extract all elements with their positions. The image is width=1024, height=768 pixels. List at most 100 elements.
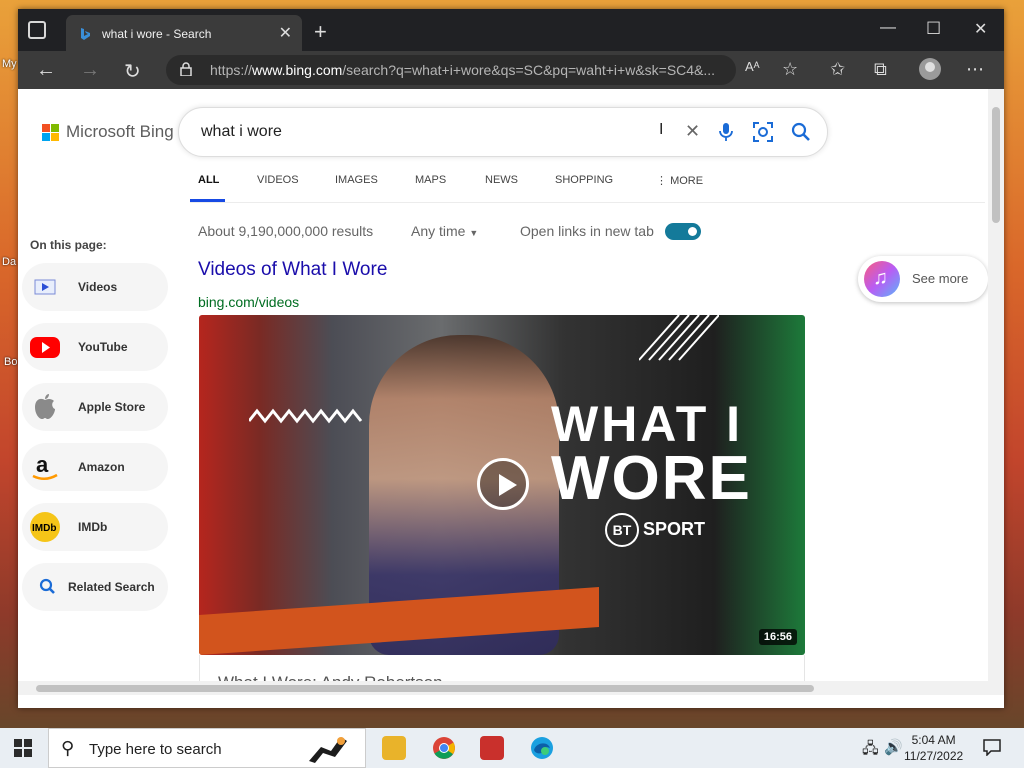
maximize-icon[interactable]: ☐ bbox=[926, 19, 941, 39]
search-highlight-icon bbox=[309, 737, 347, 763]
sidebar-item-imdb[interactable]: IMDb IMDb bbox=[22, 503, 168, 551]
play-button[interactable] bbox=[477, 458, 529, 510]
url-field[interactable]: https://www.bing.com/search?q=what+i+wor… bbox=[166, 55, 736, 85]
close-window-icon[interactable]: ✕ bbox=[974, 19, 987, 39]
bt-sport-logo: BT SPORT bbox=[605, 513, 705, 547]
result-url[interactable]: bing.com/videos bbox=[198, 294, 299, 310]
desktop-label: My bbox=[2, 58, 17, 70]
logo-text: Microsoft Bing bbox=[66, 122, 174, 141]
read-aloud-icon[interactable]: Aᴬ bbox=[745, 59, 760, 74]
amazon-icon: a bbox=[32, 452, 58, 480]
taskbar-search-input[interactable]: ⚲ Type here to search bbox=[48, 728, 366, 768]
video-duration: 16:56 bbox=[758, 629, 797, 645]
video-headline-line2: WORE bbox=[551, 444, 752, 513]
tab-news[interactable]: NEWS bbox=[485, 174, 518, 186]
search-icon: ⚲ bbox=[61, 738, 75, 758]
search-icon bbox=[39, 578, 55, 594]
tab-actions-icon[interactable] bbox=[28, 21, 46, 39]
sidebar-item-videos[interactable]: Videos bbox=[22, 263, 168, 311]
sidebar-item-related-search[interactable]: Related Search bbox=[22, 563, 168, 611]
refresh-icon[interactable]: ↻ bbox=[124, 59, 141, 84]
clock-date: 11/27/2022 bbox=[904, 749, 964, 763]
svg-text:IMDb: IMDb bbox=[32, 523, 56, 534]
bing-results-page: Microsoft Bing what i wore I ✕ ALL VIDEO… bbox=[18, 89, 988, 695]
open-new-tab-toggle[interactable] bbox=[665, 223, 701, 240]
time-filter-dropdown[interactable]: Any time ▼ bbox=[411, 223, 478, 239]
music-icon bbox=[864, 261, 900, 297]
desktop-label: Bo bbox=[4, 356, 18, 368]
sidebar-title: On this page: bbox=[30, 238, 107, 252]
tab-images[interactable]: IMAGES bbox=[335, 174, 378, 186]
edge-icon[interactable] bbox=[530, 736, 554, 760]
tab-shopping[interactable]: SHOPPING bbox=[555, 174, 613, 186]
browser-tab[interactable]: what i wore - Search ✕ bbox=[66, 15, 302, 51]
tab-maps[interactable]: MAPS bbox=[415, 174, 446, 186]
sidebar-item-label: Related Search bbox=[68, 580, 155, 594]
new-tab-icon[interactable]: + bbox=[314, 19, 327, 45]
sidebar-item-label: YouTube bbox=[78, 340, 128, 354]
sidebar-item-label: IMDb bbox=[78, 520, 108, 534]
sidebar-item-label: Apple Store bbox=[78, 400, 146, 414]
apple-icon bbox=[35, 394, 55, 419]
text-cursor-icon: I bbox=[659, 121, 664, 138]
title-bar: what i wore - Search ✕ + — ☐ ✕ bbox=[18, 9, 1004, 51]
taskbar-search-placeholder: Type here to search bbox=[89, 741, 222, 758]
favorites-icon[interactable]: ✩ bbox=[830, 59, 845, 80]
zigzag-icon bbox=[249, 408, 363, 424]
sidebar-item-label: Amazon bbox=[78, 460, 125, 474]
sidebar-item-apple-store[interactable]: Apple Store bbox=[22, 383, 168, 431]
horizontal-scrollbar[interactable] bbox=[18, 681, 988, 695]
url-text: https://www.bing.com/search?q=what+i+wor… bbox=[210, 62, 716, 78]
imdb-icon: IMDb bbox=[30, 512, 60, 542]
search-input[interactable]: what i wore I ✕ bbox=[178, 107, 828, 157]
back-icon[interactable]: ← bbox=[36, 59, 56, 82]
collections-icon[interactable]: ⧉ bbox=[874, 59, 887, 80]
more-options-icon[interactable]: ⋯ bbox=[966, 59, 984, 80]
microphone-icon[interactable] bbox=[719, 122, 733, 142]
tab-more[interactable]: ⋮ MORE bbox=[656, 174, 703, 187]
network-icon[interactable]: 🖧 bbox=[862, 738, 879, 763]
bing-favicon-icon bbox=[81, 28, 90, 40]
sidebar-item-amazon[interactable]: a Amazon bbox=[22, 443, 168, 491]
lock-icon bbox=[180, 62, 192, 76]
search-icon[interactable] bbox=[791, 122, 811, 142]
caret-down-icon: ▼ bbox=[469, 228, 479, 238]
add-favorite-icon[interactable]: ☆ bbox=[782, 59, 798, 80]
see-more-button[interactable]: See more bbox=[858, 256, 988, 302]
visual-search-icon[interactable] bbox=[753, 122, 773, 142]
open-new-tab-label: Open links in new tab bbox=[520, 223, 654, 239]
diagonal-lines-icon bbox=[639, 315, 719, 361]
tab-close-icon[interactable]: ✕ bbox=[279, 23, 292, 43]
video-thumbnail[interactable]: WHAT I WORE BT SPORT 16:56 bbox=[199, 315, 805, 655]
chrome-icon[interactable] bbox=[432, 736, 456, 760]
forward-icon[interactable]: → bbox=[80, 59, 100, 82]
tab-videos[interactable]: VIDEOS bbox=[257, 174, 299, 186]
clear-icon[interactable]: ✕ bbox=[685, 121, 700, 142]
file-explorer-icon[interactable] bbox=[382, 736, 406, 760]
svg-text:a: a bbox=[36, 452, 49, 477]
desktop-label: Da bbox=[2, 256, 17, 268]
youtube-icon bbox=[30, 337, 60, 358]
volume-icon[interactable]: 🔊 bbox=[884, 738, 903, 756]
notifications-icon[interactable] bbox=[983, 738, 1001, 756]
search-query: what i wore bbox=[201, 123, 282, 140]
clock[interactable]: 5:04 AM 11/27/2022 bbox=[904, 732, 963, 764]
clock-time: 5:04 AM bbox=[911, 733, 956, 747]
toolbox-app-icon[interactable] bbox=[480, 736, 504, 760]
minimize-icon[interactable]: — bbox=[880, 19, 896, 37]
more-dots-icon: ⋮ bbox=[656, 175, 671, 187]
windows-start-icon[interactable] bbox=[14, 739, 32, 757]
vertical-scrollbar[interactable] bbox=[988, 89, 1004, 695]
tab-title: what i wore - Search bbox=[102, 27, 212, 41]
profile-avatar[interactable] bbox=[919, 58, 941, 80]
see-more-label: See more bbox=[912, 271, 969, 286]
sidebar-item-label: Videos bbox=[78, 280, 118, 294]
tabs-divider bbox=[190, 202, 985, 203]
results-count: About 9,190,000,000 results bbox=[198, 223, 374, 239]
taskbar: ⚲ Type here to search 🖧 🔊 5:04 AM 11/27/… bbox=[0, 728, 1024, 768]
address-bar: ← → ↻ https://www.bing.com/search?q=what… bbox=[18, 51, 1004, 89]
result-title-link[interactable]: Videos of What I Wore bbox=[198, 259, 387, 281]
sidebar-item-youtube[interactable]: YouTube bbox=[22, 323, 168, 371]
tab-all[interactable]: ALL bbox=[198, 174, 219, 186]
video-icon bbox=[34, 279, 56, 295]
